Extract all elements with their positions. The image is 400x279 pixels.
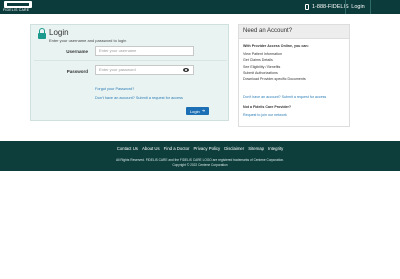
footer-rights: All Rights Reserved. FIDELIS CARE and th… xyxy=(115,158,285,162)
arrow-right-icon: ➔ xyxy=(201,108,206,113)
need-account-header: Need an Account? xyxy=(239,25,349,39)
forgot-password-link[interactable]: Forgot your Password? xyxy=(95,87,134,91)
username-label: Username xyxy=(66,49,88,54)
login-button-label: Login xyxy=(189,108,200,114)
password-input[interactable]: Enter your password xyxy=(95,65,194,75)
password-label: Password xyxy=(66,69,88,74)
phone-icon xyxy=(305,4,309,10)
show-password-eye-icon[interactable] xyxy=(183,68,189,72)
footer-link-contact[interactable]: Contact Us xyxy=(117,146,138,151)
footer-link-integrity[interactable]: Integrity xyxy=(268,146,283,151)
footer-copyright: Copyright © 2022 Centene Corporation xyxy=(172,163,228,167)
not-provider-heading: Not a Fidelis Care Provider? xyxy=(243,105,292,109)
phone-link[interactable]: 1-888-FIDELIS xyxy=(305,0,349,14)
logo-mark-icon xyxy=(4,1,32,8)
footer-link-about[interactable]: About Us xyxy=(142,146,160,151)
login-title: Login xyxy=(49,28,69,37)
account-intro: With Provider Access Online, you can: xyxy=(243,44,309,48)
account-request-link[interactable]: Don't have an account? Submit a request … xyxy=(243,95,326,99)
logo-text: FIDELIS CARE xyxy=(3,8,30,12)
login-panel: Login Enter your username and password t… xyxy=(30,24,229,121)
footer-link-disclaimer[interactable]: Disclaimer xyxy=(224,146,244,151)
page: FIDELIS CARE 1-888-FIDELIS Login Login E… xyxy=(0,0,400,279)
password-placeholder: Enter your password xyxy=(99,67,136,72)
need-account-panel: Need an Account? With Provider Access On… xyxy=(238,24,350,127)
join-network-link[interactable]: Request to join our network xyxy=(243,113,287,117)
request-access-link[interactable]: Don't have an account? Submit a request … xyxy=(95,96,183,100)
footer-link-privacy[interactable]: Privacy Policy xyxy=(193,146,220,151)
header-divider xyxy=(370,0,371,14)
footer-link-sitemap[interactable]: Sitemap xyxy=(248,146,264,151)
login-subtitle: Enter your username and password to logi… xyxy=(49,38,127,43)
lock-icon xyxy=(38,28,46,40)
need-account-title: Need an Account? xyxy=(243,28,293,34)
form-divider xyxy=(34,60,227,61)
footer-nav: Contact Us About Us Find a Doctor Privac… xyxy=(0,146,400,151)
phone-number: 1-888-FIDELIS xyxy=(312,4,349,10)
footer: Contact Us About Us Find a Doctor Privac… xyxy=(0,141,400,171)
username-input[interactable]: Enter your username xyxy=(95,46,194,56)
list-item: Download Provider-specific Documents xyxy=(243,77,306,82)
footer-link-find-doctor[interactable]: Find a Doctor xyxy=(164,146,190,151)
fidelis-logo[interactable]: FIDELIS CARE xyxy=(3,1,34,13)
login-button[interactable]: Login ➔ xyxy=(186,107,209,115)
header-login-link[interactable]: Login xyxy=(346,0,370,14)
features-list: View Patient Information Get Claims Deta… xyxy=(243,51,349,82)
top-header: FIDELIS CARE 1-888-FIDELIS Login xyxy=(0,0,400,14)
